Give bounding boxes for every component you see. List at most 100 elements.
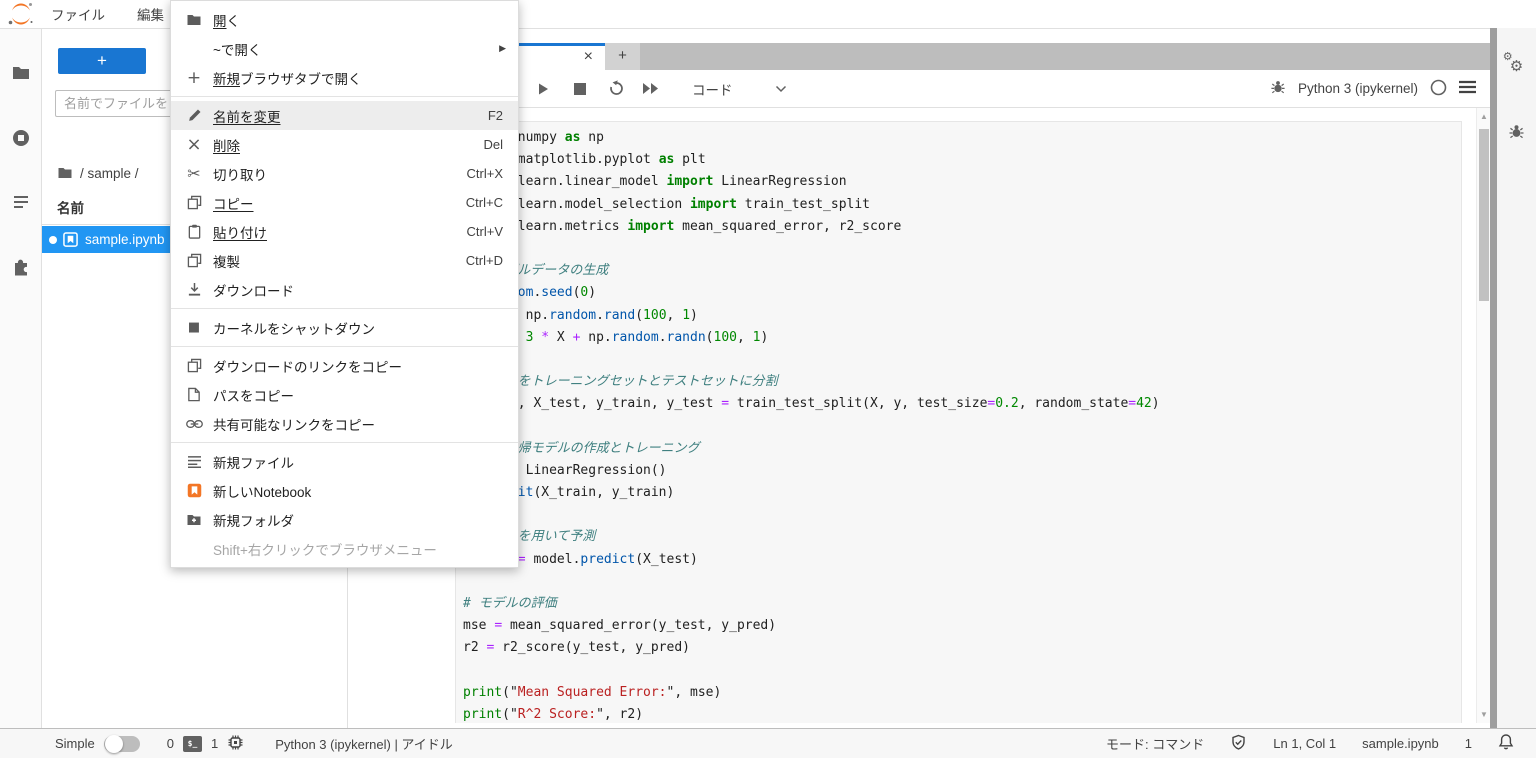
restart-kernel-button[interactable] xyxy=(602,75,630,103)
simple-mode-toggle[interactable] xyxy=(104,736,140,752)
menu-item-label: ~で開く xyxy=(213,39,499,59)
breadcrumb[interactable]: / sample / xyxy=(57,163,139,183)
notebook-scrollbar[interactable]: ▲ ▼ xyxy=(1476,108,1490,723)
menu-item-shortcut: Ctrl+X xyxy=(467,166,503,181)
tab-close-icon[interactable]: × xyxy=(584,48,593,66)
toolbar-menu-icon[interactable] xyxy=(1459,80,1476,97)
scissors-icon: ✂ xyxy=(184,164,204,183)
code-line: import numpy as np xyxy=(463,127,1461,149)
file-icon xyxy=(184,387,204,402)
menu-item-label: 開く xyxy=(213,10,518,30)
context-menu-item[interactable]: 新規ファイル xyxy=(171,447,518,476)
menu-item-label: 名前を変更 xyxy=(213,106,488,126)
new-launcher-button[interactable]: + xyxy=(58,48,146,74)
table-of-contents-icon[interactable] xyxy=(0,182,42,222)
folder-icon xyxy=(57,165,73,181)
menu-separator xyxy=(171,346,518,347)
folder-icon xyxy=(184,12,204,28)
code-line: X = 2 * np.random.rand(100, 1) xyxy=(463,305,1461,327)
code-line: import matplotlib.pyplot as plt xyxy=(463,149,1461,171)
new-tab-button[interactable]: + xyxy=(605,43,640,70)
scrollbar-thumb[interactable] xyxy=(1479,129,1489,301)
close-icon: × xyxy=(184,134,204,155)
context-menu-item[interactable]: ✂切り取りCtrl+X xyxy=(171,159,518,188)
file-name: sample.ipynb xyxy=(85,232,165,247)
context-menu-item[interactable]: ~で開く▶ xyxy=(171,34,518,63)
menu-item-label: 新しいNotebook xyxy=(213,481,518,501)
code-cell-editor[interactable]: import numpy as npimport matplotlib.pypl… xyxy=(455,121,1462,723)
code-line: # 線形回帰モデルの作成とトレーニング xyxy=(463,438,1461,460)
context-menu-item[interactable]: 貼り付けCtrl+V xyxy=(171,217,518,246)
cell-type-dropdown[interactable]: コード xyxy=(692,79,787,99)
code-line: model = LinearRegression() xyxy=(463,460,1461,482)
terminals-count: 0 xyxy=(167,736,174,751)
menu-item-label: 新規ブラウザタブで開く xyxy=(213,68,518,88)
right-sidebar: ⚙⚙ xyxy=(1497,28,1536,728)
context-menu-item[interactable]: 新しいNotebook xyxy=(171,476,518,505)
pencil-icon xyxy=(184,108,204,123)
jupyter-logo-icon xyxy=(7,2,35,26)
kernel-name[interactable]: Python 3 (ipykernel) xyxy=(1298,81,1418,96)
download-icon xyxy=(184,282,204,297)
code-line: X_train, X_test, y_train, y_test = train… xyxy=(463,393,1461,415)
interrupt-kernel-button[interactable] xyxy=(566,75,594,103)
panel-divider[interactable] xyxy=(1490,28,1497,728)
toolbar-right-group: Python 3 (ipykernel) xyxy=(1270,79,1490,99)
code-line xyxy=(463,660,1461,682)
context-menu-item[interactable]: ■カーネルをシャットダウン xyxy=(171,313,518,342)
code-line xyxy=(463,571,1461,593)
active-file-name[interactable]: sample.ipynb xyxy=(1362,736,1439,751)
context-menu-item[interactable]: ダウンロードのリンクをコピー xyxy=(171,351,518,380)
context-menu: 開く~で開く▶+新規ブラウザタブで開く名前を変更F2×削除Del✂切り取りCtr… xyxy=(170,0,519,568)
run-all-cells-button[interactable] xyxy=(636,75,664,103)
context-menu-item[interactable]: 新規フォルダ xyxy=(171,505,518,534)
code-editor-text: import numpy as npimport matplotlib.pypl… xyxy=(456,122,1461,723)
kernels-count: 1 xyxy=(211,736,218,751)
context-menu-item[interactable]: コピーCtrl+C xyxy=(171,188,518,217)
terminal-icon[interactable]: $_ xyxy=(183,736,202,752)
code-line: r2 = r2_score(y_test, y_pred) xyxy=(463,637,1461,659)
scroll-down-arrow[interactable]: ▼ xyxy=(1477,710,1490,719)
running-kernels-icon[interactable] xyxy=(0,118,42,158)
chevron-down-icon xyxy=(775,85,787,93)
menu-item-label: 新規ファイル xyxy=(213,452,518,472)
context-menu-item[interactable]: ×削除Del xyxy=(171,130,518,159)
file-browser-icon[interactable] xyxy=(0,53,42,93)
debugger-panel-bug-icon[interactable] xyxy=(1497,111,1536,151)
code-line: y_pred = model.predict(X_test) xyxy=(463,549,1461,571)
notifications-count: 1 xyxy=(1465,736,1472,751)
context-menu-item[interactable]: 名前を変更F2 xyxy=(171,101,518,130)
kernel-status-text[interactable]: Python 3 (ipykernel) | アイドル xyxy=(275,734,453,753)
bell-icon[interactable] xyxy=(1498,733,1514,754)
code-line: # モデルの評価 xyxy=(463,593,1461,615)
menubar-item-file[interactable]: ファイル xyxy=(35,4,121,24)
menu-item-label: ダウンロードのリンクをコピー xyxy=(213,356,518,376)
submenu-arrow-icon: ▶ xyxy=(499,43,506,54)
status-right: モード: コマンド Ln 1, Col 1 sample.ipynb 1 xyxy=(1106,733,1514,754)
kernel-running-dot xyxy=(49,236,57,244)
tab-bar: × + xyxy=(348,43,1490,70)
trust-shield-icon[interactable] xyxy=(1230,734,1247,754)
context-menu-item[interactable]: 複製Ctrl+D xyxy=(171,246,518,275)
cursor-position[interactable]: Ln 1, Col 1 xyxy=(1273,736,1336,751)
simple-mode-label: Simple xyxy=(55,736,95,751)
context-menu-item[interactable]: 開く xyxy=(171,5,518,34)
kernel-status-circle-icon[interactable] xyxy=(1430,79,1447,99)
property-inspector-gears-icon[interactable]: ⚙⚙ xyxy=(1497,46,1536,86)
code-line: model.fit(X_train, y_train) xyxy=(463,482,1461,504)
extension-manager-icon[interactable] xyxy=(0,246,42,286)
scroll-up-arrow[interactable]: ▲ xyxy=(1477,112,1490,121)
code-line: # データをトレーニングセットとテストセットに分割 xyxy=(463,371,1461,393)
run-cell-button[interactable] xyxy=(529,75,557,103)
code-line xyxy=(463,415,1461,437)
kernel-chip-icon[interactable] xyxy=(227,734,244,754)
context-menu-item[interactable]: 共有可能なリンクをコピー xyxy=(171,409,518,438)
debugger-bug-icon[interactable] xyxy=(1270,79,1286,98)
mode-indicator[interactable]: モード: コマンド xyxy=(1106,734,1204,753)
context-menu-item[interactable]: パスをコピー xyxy=(171,380,518,409)
context-menu-item[interactable]: +新規ブラウザタブで開く xyxy=(171,63,518,92)
code-line xyxy=(463,504,1461,526)
status-left: Simple 0 $_ 1 Python 3 (ipykernel) | アイド… xyxy=(55,734,453,754)
context-menu-item[interactable]: ダウンロード xyxy=(171,275,518,304)
code-line: from sklearn.model_selection import trai… xyxy=(463,194,1461,216)
